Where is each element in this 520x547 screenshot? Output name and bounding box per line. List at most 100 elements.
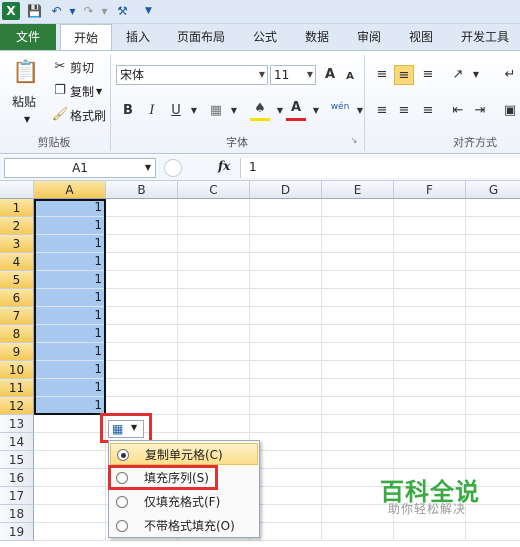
cell[interactable]: 1 [34,307,106,325]
tab-file[interactable]: 文件 [0,24,56,50]
cell[interactable] [466,217,520,235]
column-header-g[interactable]: G [466,181,520,199]
row-header[interactable]: 4 [0,253,34,271]
redo-dropdown-icon[interactable]: ▼ [96,3,113,20]
undo-icon[interactable]: ↶ [48,3,65,20]
underline-dropdown-icon[interactable]: ▼ [184,101,204,121]
cell[interactable] [322,505,394,523]
grow-font-icon[interactable]: A [320,65,340,85]
column-header-a[interactable]: A [34,181,106,199]
cell[interactable] [106,199,178,217]
copy-button[interactable]: 复制 [70,83,94,101]
cell[interactable] [106,361,178,379]
cell[interactable] [466,415,520,433]
cell[interactable] [250,307,322,325]
cell[interactable] [394,199,466,217]
cell[interactable] [394,289,466,307]
paste-dropdown-icon[interactable]: ▼ [24,111,30,129]
row-header[interactable]: 3 [0,235,34,253]
cell[interactable] [106,217,178,235]
cell[interactable] [394,433,466,451]
shrink-font-icon[interactable]: A [340,67,360,87]
format-painter-button[interactable]: 格式刷 [70,107,106,125]
increase-indent-icon[interactable]: ⇥ [470,101,490,121]
cell[interactable] [394,235,466,253]
cell[interactable] [250,469,322,487]
cell[interactable] [106,379,178,397]
cell[interactable] [34,451,106,469]
cell[interactable] [250,235,322,253]
cell[interactable]: 1 [34,217,106,235]
chevron-down-icon[interactable]: ▼ [145,159,151,177]
cell[interactable] [466,199,520,217]
column-header-c[interactable]: C [178,181,250,199]
cell[interactable] [250,487,322,505]
cell[interactable] [178,379,250,397]
scissors-icon[interactable]: ✂ [50,57,70,77]
copy-cells-option[interactable]: 复制单元格(C) [110,443,258,465]
cell[interactable]: 1 [34,397,106,415]
cell[interactable] [106,235,178,253]
tab-page-layout[interactable]: 页面布局 [166,24,236,50]
cell[interactable] [106,253,178,271]
cell[interactable] [322,289,394,307]
cell[interactable]: 1 [34,253,106,271]
cell[interactable]: 1 [34,343,106,361]
cell[interactable] [178,397,250,415]
tab-view[interactable]: 视图 [398,24,444,50]
fill-without-formatting-option[interactable]: 不带格式填充(O) [110,515,258,537]
cell[interactable] [322,397,394,415]
cell[interactable] [322,217,394,235]
cell[interactable] [250,397,322,415]
row-header[interactable]: 9 [0,343,34,361]
column-header-b[interactable]: B [106,181,178,199]
cell[interactable] [466,289,520,307]
row-header[interactable]: 19 [0,523,34,541]
tools-icon[interactable]: ⚒ [114,3,131,20]
cell[interactable] [178,325,250,343]
cell[interactable] [250,199,322,217]
cell[interactable] [250,361,322,379]
align-center-icon[interactable]: ≡ [394,101,414,121]
cell[interactable] [394,343,466,361]
cell[interactable] [322,379,394,397]
cell[interactable]: 1 [34,289,106,307]
cell[interactable] [178,235,250,253]
cell[interactable] [322,433,394,451]
column-header-e[interactable]: E [322,181,394,199]
row-header[interactable]: 18 [0,505,34,523]
auto-fill-options-button[interactable]: ▦ ▼ [100,413,152,443]
cell[interactable] [34,415,106,433]
cell[interactable] [466,253,520,271]
cell[interactable]: 1 [34,361,106,379]
cell[interactable] [322,325,394,343]
cell[interactable] [466,307,520,325]
cell[interactable] [466,505,520,523]
row-header[interactable]: 8 [0,325,34,343]
cell[interactable] [106,307,178,325]
cell[interactable]: 1 [34,235,106,253]
cell[interactable]: 1 [34,199,106,217]
cell[interactable] [178,361,250,379]
borders-icon[interactable]: ▦ [206,101,226,121]
cell[interactable] [322,451,394,469]
tab-data[interactable]: 数据 [294,24,340,50]
cell[interactable] [106,289,178,307]
cell[interactable] [34,487,106,505]
cell[interactable] [466,433,520,451]
phonetic-dropdown-icon[interactable]: ▼ [350,101,370,121]
cell[interactable]: 1 [34,271,106,289]
row-header[interactable]: 6 [0,289,34,307]
cell[interactable] [34,505,106,523]
cell[interactable] [250,325,322,343]
cell[interactable] [466,397,520,415]
cell[interactable] [178,343,250,361]
cell[interactable] [322,343,394,361]
row-header[interactable]: 5 [0,271,34,289]
cell[interactable] [466,361,520,379]
cell[interactable] [394,361,466,379]
font-size-select[interactable]: 11 ▼ [270,65,316,85]
font-color-icon[interactable]: A [286,99,306,121]
tab-home[interactable]: 开始 [60,24,112,51]
cell[interactable] [106,325,178,343]
